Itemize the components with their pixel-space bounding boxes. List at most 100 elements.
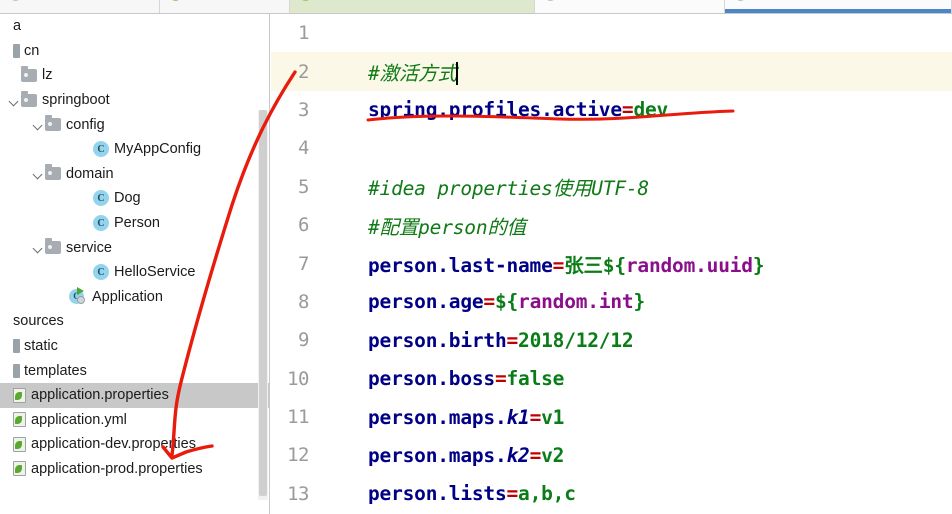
folder-icon: [45, 238, 61, 255]
code-line-content[interactable]: #idea properties使用UTF-8: [323, 172, 952, 201]
code-line-5[interactable]: 5 #idea properties使用UTF-8: [271, 168, 952, 206]
tree-item-label: Dog: [114, 190, 141, 207]
editor-tab-2[interactable]: [290, 0, 535, 13]
chevron-down-icon[interactable]: [32, 241, 45, 254]
token-value: }: [633, 290, 645, 314]
code-line-7[interactable]: 7 person.last-name=张三${random.uuid}: [271, 244, 952, 282]
tree-item-springboot[interactable]: springboot: [0, 88, 269, 113]
code-line-3[interactable]: 3 spring.profiles.active=dev: [271, 91, 952, 129]
code-line-10[interactable]: 10 person.boss=false: [271, 360, 952, 398]
tree-item-application[interactable]: C Application: [0, 285, 269, 310]
editor-tab-4[interactable]: [725, 0, 952, 13]
code-line-content[interactable]: person.birth=2018/12/12: [323, 329, 952, 352]
code-line-4[interactable]: 4: [271, 129, 952, 167]
tree-item-config[interactable]: config: [0, 112, 269, 137]
project-tree[interactable]: a cn lz springboot config C MyAppConfig domain C…: [0, 14, 269, 481]
module-icon: [13, 339, 20, 354]
tree-item-label: templates: [24, 362, 87, 379]
token-key: person.last-name: [368, 254, 553, 278]
token-value: dev: [633, 98, 669, 122]
properties-file-icon: [13, 412, 26, 428]
tree-item-label: application.properties: [31, 387, 169, 404]
tree-item-application-yml[interactable]: application.yml: [0, 408, 269, 433]
code-line-content[interactable]: person.maps.k1=v1: [323, 406, 952, 429]
ide-window: a cn lz springboot config C MyAppConfig domain C…: [0, 0, 952, 514]
project-tree-panel[interactable]: a cn lz springboot config C MyAppConfig domain C…: [0, 14, 270, 514]
folder-icon: [21, 65, 37, 82]
token-value: ${: [602, 254, 626, 278]
code-line-content[interactable]: #激活方式: [323, 57, 952, 86]
line-number: 8: [298, 290, 309, 313]
token-value: 2018/12/12: [518, 328, 634, 352]
code-line-content[interactable]: person.age=${random.int}: [323, 290, 952, 313]
code-line-12[interactable]: 12 person.maps.k2=v2: [271, 436, 952, 474]
run-arrow-icon: [77, 286, 84, 295]
tree-item-label: Application: [92, 288, 163, 305]
line-number: 4: [298, 137, 309, 160]
token-key: person.maps.: [368, 405, 507, 429]
tree-item-helloservice[interactable]: C HelloService: [0, 260, 269, 285]
sidebar-scrollbar-thumb[interactable]: [259, 110, 267, 496]
tree-item-dog[interactable]: C Dog: [0, 186, 269, 211]
chevron-down-icon[interactable]: [32, 118, 45, 131]
tree-item-label: application.yml: [31, 411, 127, 428]
tree-item-a[interactable]: a: [0, 14, 269, 39]
code-line-9[interactable]: 9 person.birth=2018/12/12: [271, 321, 952, 359]
token-value: v2: [541, 443, 565, 467]
tree-item-domain[interactable]: domain: [0, 162, 269, 187]
token-key: person.birth: [368, 328, 507, 352]
tree-item-label: springboot: [42, 92, 110, 109]
token-eq: =: [483, 290, 495, 314]
code-line-content[interactable]: person.boss=false: [323, 367, 952, 390]
chevron-down-icon[interactable]: [8, 94, 21, 107]
module-icon: [13, 363, 20, 378]
tree-item-label: MyAppConfig: [114, 141, 202, 158]
token-value: 张三: [564, 254, 603, 278]
token-comment: #激活方式: [368, 62, 457, 86]
tree-item-lz[interactable]: lz: [0, 63, 269, 88]
tree-item-label: application-prod.properties: [31, 460, 203, 477]
tree-item-cn[interactable]: cn: [0, 39, 269, 64]
chevron-down-icon[interactable]: [32, 167, 45, 180]
code-line-11[interactable]: 11 person.maps.k1=v1: [271, 398, 952, 436]
token-value: false: [506, 367, 565, 391]
tree-item-templates[interactable]: templates: [0, 358, 269, 383]
code-line-content[interactable]: person.maps.k2=v2: [323, 444, 952, 467]
sidebar-scrollbar[interactable]: [258, 110, 268, 500]
editor-tab-strip[interactable]: [0, 0, 952, 14]
tree-item-label: application-dev.properties: [31, 436, 196, 453]
class-icon: C: [93, 190, 109, 207]
tree-item-label: a: [13, 18, 22, 35]
tree-item-application-properties[interactable]: application.properties: [0, 382, 269, 408]
runnable-class-icon: C: [69, 286, 87, 305]
tree-item-myappconfig[interactable]: C MyAppConfig: [0, 137, 269, 162]
code-line-8[interactable]: 8 person.age=${random.int}: [271, 283, 952, 321]
code-line-2[interactable]: 2 #激活方式: [271, 52, 952, 91]
tree-item-service[interactable]: service: [0, 235, 269, 260]
editor-tab-0[interactable]: [0, 0, 160, 13]
tree-item-person[interactable]: C Person: [0, 211, 269, 236]
properties-file-icon: [13, 436, 26, 452]
tree-item-static[interactable]: static: [0, 334, 269, 359]
tree-item-application-dev-properties[interactable]: application-dev.properties: [0, 432, 269, 457]
code-line-content[interactable]: #配置person的值: [323, 211, 952, 240]
editor-tab-3[interactable]: [535, 0, 725, 13]
code-line-content[interactable]: person.last-name=张三${random.uuid}: [323, 249, 952, 278]
code-editor[interactable]: 1 2 #激活方式 3 spring.profiles.active=dev 4 5 #ide…: [271, 14, 952, 514]
code-line-13[interactable]: 13 person.lists=a,b,c: [271, 475, 952, 513]
code-line-content[interactable]: spring.profiles.active=dev: [323, 98, 952, 121]
token-key: person.lists: [368, 482, 507, 506]
code-line-6[interactable]: 6 #配置person的值: [271, 206, 952, 244]
tree-item-application-prod-properties[interactable]: application-prod.properties: [0, 457, 269, 482]
editor-tab-1[interactable]: [160, 0, 290, 13]
editor-lines[interactable]: 1 2 #激活方式 3 spring.profiles.active=dev 4 5 #ide…: [271, 14, 952, 514]
code-line-1[interactable]: 1: [271, 14, 952, 52]
line-number: 10: [287, 367, 309, 390]
tree-item-sources[interactable]: sources: [0, 309, 269, 334]
code-line-content[interactable]: person.lists=a,b,c: [323, 482, 952, 505]
